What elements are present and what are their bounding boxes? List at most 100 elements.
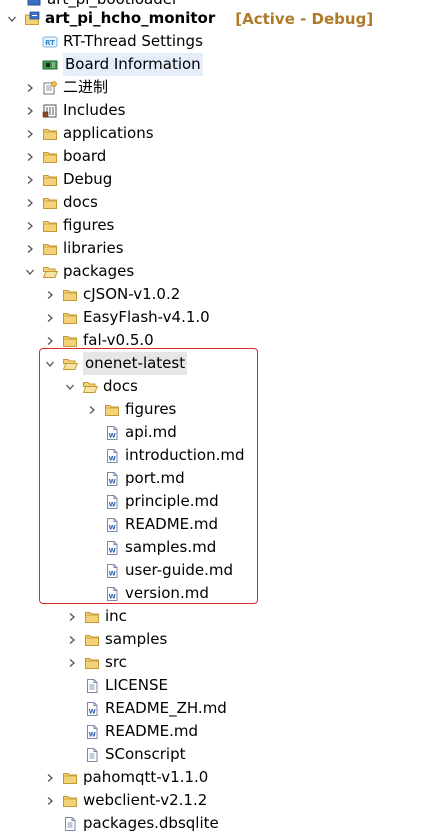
file-label: README.md xyxy=(125,515,219,533)
tree-item-debug[interactable]: Debug xyxy=(0,168,425,191)
folder-icon xyxy=(62,770,78,786)
folder-icon xyxy=(84,655,100,671)
folder-icon xyxy=(84,609,100,625)
tree-item-packages[interactable]: packages xyxy=(0,260,425,283)
chevron-right-icon[interactable] xyxy=(24,173,36,187)
text-file-icon xyxy=(84,678,100,694)
tree-item-label: Debug xyxy=(63,170,113,188)
text-file-icon xyxy=(62,816,78,832)
tree-item-cjson[interactable]: cJSON-v1.0.2 xyxy=(0,283,425,306)
file-api-md[interactable]: api.md xyxy=(0,421,425,444)
tree-item-label: pahomqtt-v1.1.0 xyxy=(83,768,209,786)
file-port-md[interactable]: port.md xyxy=(0,467,425,490)
file-user-guide-md[interactable]: user-guide.md xyxy=(0,559,425,582)
chevron-right-icon[interactable] xyxy=(44,334,56,348)
word-file-icon xyxy=(104,517,120,533)
word-file-icon xyxy=(84,701,100,717)
tree-item-label: EasyFlash-v4.1.0 xyxy=(83,308,210,326)
file-sconscript[interactable]: SConscript xyxy=(0,743,425,766)
chevron-right-icon[interactable] xyxy=(66,656,78,670)
tree-item-figures[interactable]: figures xyxy=(0,214,425,237)
file-label: version.md xyxy=(125,584,209,602)
tree-item-board[interactable]: board xyxy=(0,145,425,168)
tree-item-webclient[interactable]: webclient-v2.1.2 xyxy=(0,789,425,812)
tree-item-onenet-docs[interactable]: docs xyxy=(0,375,425,398)
tree-item-label: packages xyxy=(63,262,135,280)
chevron-right-icon[interactable] xyxy=(44,771,56,785)
folder-icon xyxy=(42,195,58,211)
file-readme-md[interactable]: README.md xyxy=(0,513,425,536)
file-label: introduction.md xyxy=(125,446,245,464)
tree-item-label: figures xyxy=(63,216,115,234)
tree-item-rt-thread-settings[interactable]: RT RT-Thread Settings xyxy=(0,30,425,53)
folder-icon xyxy=(84,632,100,648)
file-version-md[interactable]: version.md xyxy=(0,582,425,605)
tree-item-applications[interactable]: applications xyxy=(0,122,425,145)
tree-item-onenet-src[interactable]: src xyxy=(0,651,425,674)
chevron-right-icon[interactable] xyxy=(44,794,56,808)
tree-item-label: docs xyxy=(63,193,98,211)
tree-item-label: webclient-v2.1.2 xyxy=(83,791,208,809)
chevron-down-icon[interactable] xyxy=(64,380,76,394)
folder-icon xyxy=(42,126,58,142)
project-name: art_pi_hcho_monitor xyxy=(45,9,216,27)
file-onenet-readme-md[interactable]: README.md xyxy=(0,720,425,743)
tree-item-onenet-samples[interactable]: samples xyxy=(0,628,425,651)
chevron-right-icon[interactable] xyxy=(44,288,56,302)
chevron-right-icon[interactable] xyxy=(86,403,98,417)
chevron-right-icon[interactable] xyxy=(44,311,56,325)
file-principle-md[interactable]: principle.md xyxy=(0,490,425,513)
word-file-icon xyxy=(84,724,100,740)
tree-item-label: figures xyxy=(125,400,177,418)
tree-item-project[interactable]: art_pi_hcho_monitor [Active - Debug] xyxy=(0,7,425,30)
folder-icon xyxy=(62,287,78,303)
folder-icon xyxy=(42,218,58,234)
tree-item-includes[interactable]: Includes xyxy=(0,99,425,122)
chevron-right-icon[interactable] xyxy=(24,242,36,256)
file-samples-md[interactable]: samples.md xyxy=(0,536,425,559)
folder-open-icon xyxy=(62,356,78,372)
tree-item-label: src xyxy=(105,653,127,671)
chevron-right-icon[interactable] xyxy=(24,150,36,164)
tree-item-label: docs xyxy=(103,377,138,395)
folder-open-icon xyxy=(82,379,98,395)
file-label: samples.md xyxy=(125,538,217,556)
chevron-right-icon[interactable] xyxy=(66,610,78,624)
tree-item-label: Includes xyxy=(63,101,126,119)
file-readme-zh-md[interactable]: README_ZH.md xyxy=(0,697,425,720)
folder-icon xyxy=(62,310,78,326)
chevron-right-icon[interactable] xyxy=(24,127,36,141)
tree-item-onenet-latest[interactable]: onenet-latest xyxy=(0,352,425,375)
chevron-down-icon[interactable] xyxy=(6,12,18,26)
file-label: principle.md xyxy=(125,492,219,510)
chevron-right-icon[interactable] xyxy=(66,633,78,647)
folder-icon xyxy=(42,241,58,257)
chevron-down-icon[interactable] xyxy=(44,357,56,371)
file-license[interactable]: LICENSE xyxy=(0,674,425,697)
tree-item-fal[interactable]: fal-v0.5.0 xyxy=(0,329,425,352)
word-file-icon xyxy=(104,425,120,441)
file-label: SConscript xyxy=(105,745,186,763)
tree-item-docs[interactable]: docs xyxy=(0,191,425,214)
file-label: README.md xyxy=(105,722,199,740)
tree-item-pahomqtt[interactable]: pahomqtt-v1.1.0 xyxy=(0,766,425,789)
file-introduction-md[interactable]: introduction.md xyxy=(0,444,425,467)
tree-item-onenet-inc[interactable]: inc xyxy=(0,605,425,628)
file-packages-dbsqlite[interactable]: packages.dbsqlite xyxy=(0,812,425,835)
tree-item-libraries[interactable]: libraries xyxy=(0,237,425,260)
file-label: packages.dbsqlite xyxy=(83,814,219,832)
chevron-right-icon[interactable] xyxy=(24,196,36,210)
tree-item-binaries[interactable]: 二进制 xyxy=(0,76,425,99)
chevron-down-icon[interactable] xyxy=(24,265,36,279)
text-file-icon xyxy=(84,747,100,763)
chevron-right-icon[interactable] xyxy=(24,81,36,95)
includes-icon xyxy=(42,103,58,119)
tree-item-board-information[interactable]: Board Information xyxy=(0,53,425,76)
chevron-right-icon[interactable] xyxy=(24,104,36,118)
folder-icon xyxy=(62,333,78,349)
tree-item-onenet-docs-figures[interactable]: figures xyxy=(0,398,425,421)
tree-item-easyflash[interactable]: EasyFlash-v4.1.0 xyxy=(0,306,425,329)
chevron-right-icon[interactable] xyxy=(24,219,36,233)
tree-item-label: applications xyxy=(63,124,154,142)
folder-open-icon xyxy=(42,264,58,280)
